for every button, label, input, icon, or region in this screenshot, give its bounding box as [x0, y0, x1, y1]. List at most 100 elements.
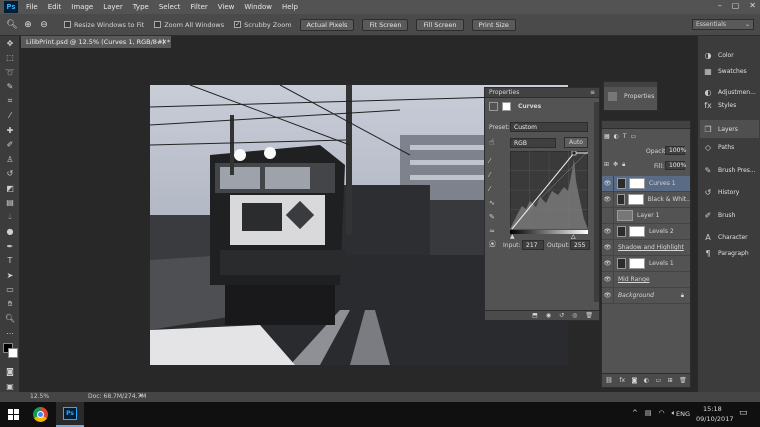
shape-tool-icon[interactable]: ▭	[0, 283, 20, 298]
add-mask-icon[interactable]: ◙	[631, 374, 637, 387]
chrome-icon[interactable]	[33, 407, 48, 422]
fill-screen-button[interactable]: Fill Screen	[416, 18, 464, 31]
windows-start-icon[interactable]	[8, 409, 19, 420]
fx-icon[interactable]: fx	[619, 374, 625, 387]
eye-icon[interactable]: 👁︎	[602, 239, 614, 256]
dock-layers[interactable]: ❐ Layers	[700, 120, 759, 138]
crop-tool-icon[interactable]: ⌗	[0, 94, 20, 109]
output-field[interactable]: 255	[570, 240, 590, 250]
white-point-slider-icon[interactable]: △	[571, 233, 576, 240]
lock-all-icon[interactable]: 🔒︎	[622, 161, 625, 169]
more-tools-icon[interactable]: ⋯	[0, 326, 20, 341]
targeted-adjustment-icon[interactable]: ☝	[489, 138, 494, 148]
eraser-tool-icon[interactable]: ◩	[0, 181, 20, 196]
eyedropper-black-icon[interactable]: ⁄	[489, 154, 495, 168]
stamp-tool-icon[interactable]: ♙	[0, 152, 20, 167]
black-point-slider-icon[interactable]: ▲	[510, 233, 515, 240]
network-icon[interactable]: ▤	[645, 409, 652, 418]
actual-pixels-button[interactable]: Actual Pixels	[299, 18, 355, 31]
layer-shadow-highlight[interactable]: 👁︎ Shadow and Highlight	[602, 239, 690, 256]
notifications-icon[interactable]: ▭	[739, 408, 748, 418]
layer-mid-range[interactable]: 👁︎ Mid Range	[602, 271, 690, 288]
eyedropper-white-icon[interactable]: ⁄	[489, 182, 495, 196]
delete-layer-icon[interactable]: 🗑︎	[679, 374, 687, 387]
zoom-out-icon[interactable]: ⊖	[38, 19, 50, 31]
pencil-tool-icon[interactable]: ✎	[489, 210, 495, 224]
layer-levels-1[interactable]: 👁︎ Levels 1	[602, 255, 690, 272]
clock-date[interactable]: 09/10/2017	[696, 415, 733, 423]
dock-styles[interactable]: fx Styles	[700, 99, 759, 111]
healing-tool-icon[interactable]: ✚	[0, 123, 20, 138]
sample-icon[interactable]: ⦿	[489, 239, 496, 249]
background-color[interactable]	[8, 347, 18, 358]
path-select-tool-icon[interactable]: ➤	[0, 268, 20, 283]
close-tab-icon[interactable]: ✕	[162, 36, 167, 48]
scrubby-zoom-checkbox[interactable]: ✓ Scrubby Zoom	[234, 21, 292, 29]
layers-panel-header[interactable]	[602, 121, 690, 129]
hand-tool-icon[interactable]: ✋︎	[0, 297, 20, 312]
lock-pixels-icon[interactable]: ⊞	[604, 161, 609, 169]
layer-layer-1[interactable]: Layer 1	[602, 207, 690, 224]
reset-icon[interactable]: ↺	[559, 311, 564, 320]
eyedropper-tool-icon[interactable]: ⁄	[0, 109, 20, 124]
eye-icon[interactable]: 👁︎	[602, 223, 614, 240]
clock-time[interactable]: 15:18	[703, 405, 722, 413]
language-indicator[interactable]: ENG	[676, 410, 690, 418]
eye-icon[interactable]: 👁︎	[602, 271, 614, 288]
type-tool-icon[interactable]: T	[0, 254, 20, 269]
close-icon[interactable]: ✕	[749, 1, 756, 10]
filter-pixel-icon[interactable]: ▦	[604, 133, 610, 140]
visibility-icon[interactable]: ◎	[572, 311, 577, 320]
channel-select[interactable]: RGB	[510, 138, 556, 148]
delete-icon[interactable]: 🗑︎	[585, 311, 593, 320]
photoshop-taskbar-button[interactable]: Ps	[56, 402, 84, 427]
gradient-tool-icon[interactable]: ▤	[0, 196, 20, 211]
layer-black-white[interactable]: 👁︎ Black & Whit...	[602, 191, 690, 208]
document-tab[interactable]: LilibPrint.psd @ 12.5% (Curves 1, RGB/8#…	[21, 36, 171, 48]
fit-screen-button[interactable]: Fit Screen	[362, 18, 409, 31]
menu-layer[interactable]: Layer	[103, 3, 123, 11]
dock-history[interactable]: ↺ History	[700, 183, 759, 201]
history-brush-icon[interactable]: ↺	[0, 167, 20, 182]
menu-help[interactable]: Help	[282, 3, 298, 11]
new-adjustment-icon[interactable]: ◐	[644, 374, 649, 387]
menu-window[interactable]: Window	[244, 3, 272, 11]
new-group-icon[interactable]: ▭	[655, 374, 661, 387]
properties-scrollbar[interactable]	[594, 102, 599, 302]
clip-to-layer-icon[interactable]: ⬒	[532, 311, 538, 320]
filter-shape-icon[interactable]: ▭	[631, 133, 637, 140]
color-swatches[interactable]	[0, 341, 19, 365]
dock-paragraph[interactable]: ¶ Paragraph	[700, 244, 759, 262]
menu-view[interactable]: View	[218, 3, 235, 11]
view-previous-icon[interactable]: ◉	[546, 311, 551, 320]
panel-menu-icon[interactable]: ≡	[590, 88, 595, 98]
menu-file[interactable]: File	[26, 3, 38, 11]
eyedropper-gray-icon[interactable]: ⁄	[489, 168, 495, 182]
layer-background[interactable]: 👁︎ Background 🔒︎	[602, 287, 690, 304]
dock-paths[interactable]: ◇ Paths	[700, 138, 759, 156]
fill-field[interactable]: 100%	[665, 161, 686, 170]
brush-tool-icon[interactable]: ✐	[0, 138, 20, 153]
zoom-tool-icon[interactable]: 🔍︎	[0, 312, 20, 327]
zoom-tool-icon[interactable]: 🔍︎	[6, 19, 18, 31]
menu-select[interactable]: Select	[159, 3, 181, 11]
resize-windows-checkbox[interactable]: Resize Windows to Fit	[64, 21, 144, 29]
collapsed-properties-panel[interactable]: Properties	[603, 81, 658, 111]
menu-type[interactable]: Type	[133, 3, 149, 11]
properties-header[interactable]: Properties ≡	[485, 88, 599, 98]
blur-tool-icon[interactable]: 💧︎	[0, 210, 20, 225]
layer-levels-2[interactable]: 👁︎ Levels 2	[602, 223, 690, 240]
workspace-select[interactable]: Essentials ⌄	[692, 19, 754, 30]
print-size-button[interactable]: Print Size	[471, 18, 516, 31]
wifi-icon[interactable]: ◠	[659, 409, 665, 418]
eye-icon[interactable]: 👁︎	[602, 175, 614, 192]
marquee-tool-icon[interactable]: ⬚	[0, 51, 20, 66]
curves-graph[interactable]	[510, 151, 588, 229]
menu-edit[interactable]: Edit	[48, 3, 62, 11]
menu-filter[interactable]: Filter	[190, 3, 207, 11]
dodge-tool-icon[interactable]: ●	[0, 225, 20, 240]
status-menu-arrow-icon[interactable]: ▸	[140, 392, 143, 399]
link-layers-icon[interactable]: ⛓︎	[605, 374, 613, 387]
new-layer-icon[interactable]: ⊞	[668, 374, 673, 387]
opacity-field[interactable]: 100%	[665, 146, 686, 155]
